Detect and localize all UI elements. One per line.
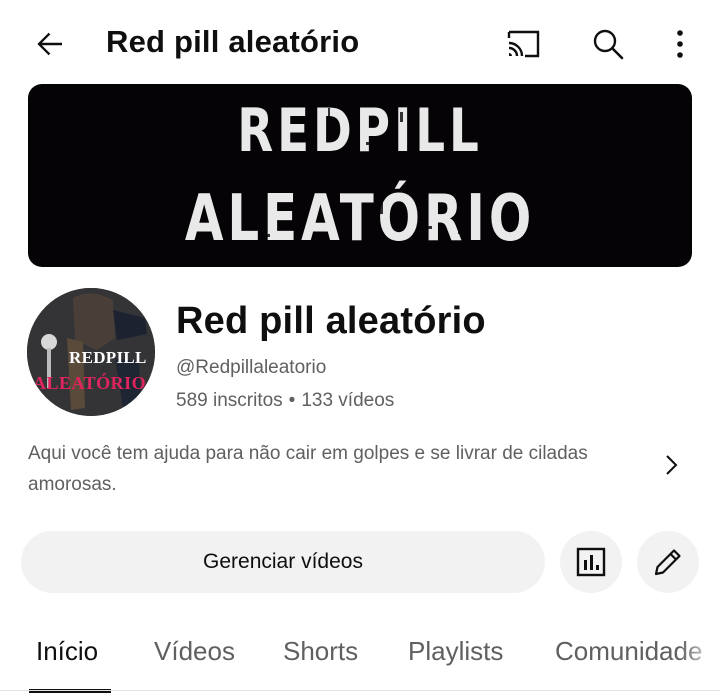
- subscriber-count: 589 inscritos: [176, 390, 283, 411]
- avatar-text-line2: ALEATÓRIO: [33, 373, 147, 393]
- cast-button[interactable]: [498, 20, 548, 68]
- channel-tabs: Início Vídeos Shorts Playlists Comunidad…: [0, 620, 720, 693]
- arrow-back-icon: [37, 32, 62, 56]
- channel-stats: 589 inscritos • 133 vídeos: [176, 390, 394, 412]
- more-options-button[interactable]: [660, 20, 700, 68]
- more-vert-icon: [677, 30, 683, 58]
- back-button[interactable]: [26, 20, 74, 68]
- analytics-icon: [576, 547, 606, 577]
- search-icon: [593, 29, 624, 60]
- stats-separator: •: [288, 390, 296, 411]
- manage-videos-button[interactable]: Gerenciar vídeos: [21, 531, 545, 593]
- edit-pencil-icon: [654, 549, 681, 576]
- tabs-divider: [0, 690, 720, 691]
- video-count: 133 vídeos: [301, 390, 395, 411]
- analytics-button[interactable]: [560, 531, 622, 593]
- cast-icon: [507, 30, 540, 58]
- top-app-bar: Red pill aleatório: [0, 0, 720, 86]
- tab-playlists[interactable]: Playlists: [408, 636, 503, 667]
- tab-videos[interactable]: Vídeos: [154, 636, 235, 667]
- page-title: Red pill aleatório: [106, 24, 360, 59]
- banner-title-line1: REDPILL: [237, 96, 483, 166]
- channel-banner[interactable]: REDPILL ALEATÓRIO: [28, 84, 692, 267]
- channel-handle: @Redpillaleatorio: [176, 357, 327, 378]
- chevron-right-icon: [666, 455, 678, 475]
- description-expand-button[interactable]: [656, 450, 686, 480]
- tab-inicio[interactable]: Início: [36, 636, 98, 667]
- channel-description[interactable]: Aqui você tem ajuda para não cair em gol…: [28, 438, 648, 500]
- search-button[interactable]: [584, 20, 632, 68]
- tab-shorts[interactable]: Shorts: [283, 636, 358, 667]
- channel-name: Red pill aleatório: [176, 300, 486, 342]
- banner-title-line2: ALEATÓRIO: [184, 182, 536, 256]
- channel-avatar[interactable]: REDPILL ALEATÓRIO: [27, 288, 155, 416]
- avatar-text-line1: REDPILL: [69, 348, 147, 367]
- tabs-fade-overlay: [680, 620, 720, 693]
- edit-channel-button[interactable]: [637, 531, 699, 593]
